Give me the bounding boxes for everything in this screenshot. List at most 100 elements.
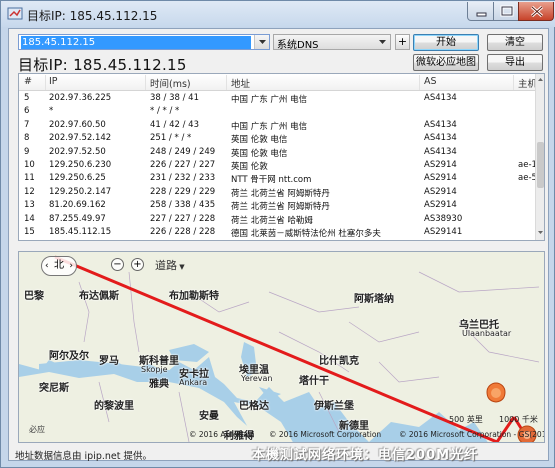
minimize-button[interactable] xyxy=(467,2,494,21)
place-label: 布达佩斯 xyxy=(79,291,119,302)
column-header-ip[interactable]: IP xyxy=(49,76,58,87)
map-copyright: © 2016 Microsoft Corporation xyxy=(269,430,382,439)
start-button[interactable]: 开始 xyxy=(413,34,479,51)
bing-logo: 必应 xyxy=(29,425,45,434)
bing-map-button[interactable]: 微软必应地图 xyxy=(413,54,479,71)
window-title: 目标IP: 185.45.112.15 xyxy=(27,9,158,23)
scrollbar-thumb[interactable] xyxy=(537,142,544,188)
zoom-out-button[interactable]: − xyxy=(111,258,124,271)
table-cell: 14 xyxy=(24,213,35,224)
table-cell: 中国 广东 广州 电信 xyxy=(231,95,308,105)
column-header-as[interactable]: AS xyxy=(424,76,437,87)
app-window: 目标IP: 185.45.112.15 系统DNS + 开始 清空 目标IP: … xyxy=(0,0,555,468)
app-icon xyxy=(7,7,23,20)
place-label: 安曼 xyxy=(199,411,219,422)
table-cell: 12 xyxy=(24,186,35,197)
scroll-up-icon[interactable] xyxy=(538,77,543,82)
map-copyright: © 2016 AutoNavi xyxy=(189,430,255,439)
maximize-icon xyxy=(500,5,514,17)
north-label: 北 xyxy=(54,260,64,271)
table-cell: 129.250.6.230 xyxy=(49,160,112,170)
table-row[interactable]: 7 202.97.60.50 41 / 42 / 43 中国 广东 广州 电信 AS41… xyxy=(19,119,537,132)
road-view-dropdown[interactable]: 道路 ▼ xyxy=(155,257,185,273)
column-header-address[interactable]: 地址 xyxy=(231,76,250,90)
table-row[interactable]: 8 202.97.52.142 251 / * / * 英国 伦敦 电信 AS4134 xyxy=(19,133,537,145)
close-button[interactable] xyxy=(518,2,554,21)
map-scale-miles: 500 英里 xyxy=(449,415,483,424)
table-cell: AS4134 xyxy=(424,133,457,144)
dns-select[interactable]: 系统DNS xyxy=(273,34,391,51)
table-cell: NTT 骨干网 ntt.com xyxy=(231,175,312,186)
north-button[interactable]: ‹ 北 › xyxy=(41,256,77,276)
table-row[interactable]: 11 129.250.6.25 231 / 232 / 233 NTT 骨干网 ntt… xyxy=(19,173,537,186)
table-cell: 202.97.52.50 xyxy=(49,146,106,157)
place-label: 巴黎 xyxy=(24,291,44,302)
place-label: 雅典 xyxy=(149,379,169,390)
minimize-icon xyxy=(476,12,487,17)
route-map[interactable]: ‹ 北 › − + 道路 ▼ 巴黎 布达佩斯 布加勒斯特 阿斯塔纳 乌兰巴托 U… xyxy=(18,251,545,443)
export-button[interactable]: 导出 xyxy=(487,54,543,71)
column-header-index[interactable]: # xyxy=(24,76,32,87)
table-row[interactable]: 12 129.250.2.147 228 / 229 / 229 荷兰 北荷兰省 阿姆… xyxy=(19,186,537,199)
table-cell: 13 xyxy=(24,200,35,211)
table-cell: 258 / 338 / 435 xyxy=(150,200,216,211)
host-input[interactable] xyxy=(21,36,251,49)
place-label: 巴格达 xyxy=(239,401,269,412)
table-cell: 87.255.49.97 xyxy=(49,213,106,224)
table-cell: 8 xyxy=(24,133,30,144)
table-row[interactable]: 10 129.250.6.230 226 / 227 / 227 英国 伦敦 AS291… xyxy=(19,160,537,172)
table-cell: AS2914 xyxy=(424,200,457,211)
table-cell: 英国 伦敦 电信 xyxy=(231,148,288,159)
table-cell: 251 / * / * xyxy=(150,133,192,144)
table-cell: AS2914 xyxy=(424,160,457,170)
status-bar-text: 地址数据信息由 ipip.net 提供。 xyxy=(15,451,152,462)
place-label: 塔什干 xyxy=(299,376,329,387)
table-cell: 41 / 42 / 43 xyxy=(150,119,199,130)
table-scrollbar[interactable] xyxy=(535,74,544,240)
clear-button[interactable]: 清空 xyxy=(487,34,543,51)
table-cell: 6 xyxy=(24,106,30,117)
table-header: # IP 时间(ms) 地址 AS 主机 xyxy=(19,74,537,91)
table-row[interactable]: 13 81.20.69.162 258 / 338 / 435 荷兰 北荷兰省 阿姆斯… xyxy=(19,200,537,213)
place-label: Skopje xyxy=(141,365,168,374)
map-scale-km: 1000 千米 xyxy=(499,415,538,424)
table-cell: 荷兰 北荷兰省 阿姆斯特丹 xyxy=(231,202,330,213)
table-cell: 荷兰 北荷兰省 哈勒姆 xyxy=(231,215,313,226)
table-row[interactable]: 5 202.97.36.225 38 / 38 / 41 中国 广东 广州 电信 AS4… xyxy=(19,93,537,105)
table-cell: 129.250.2.147 xyxy=(49,186,112,197)
road-view-label: 道路 xyxy=(155,259,177,272)
watermark: 本機测试网络环境：电信200M光纤 xyxy=(252,448,479,463)
table-cell: 248 / 249 / 249 xyxy=(150,146,216,157)
table-cell: 15 xyxy=(24,227,35,237)
place-label: 比什凯克 xyxy=(319,356,359,367)
zoom-in-button[interactable]: + xyxy=(131,258,144,271)
table-cell: * / * / * xyxy=(150,106,180,117)
table-row[interactable]: 15 185.45.112.15 226 / 228 / 228 德国 北莱茵－威斯特… xyxy=(19,227,537,239)
table-cell: 荷兰 北荷兰省 阿姆斯特丹 xyxy=(231,188,330,199)
trace-table: # IP 时间(ms) 地址 AS 主机 5 202.97.36.225 38 / … xyxy=(18,73,545,241)
chevron-right-icon: › xyxy=(69,261,73,271)
table-cell: 中国 广东 广州 电信 xyxy=(231,121,308,132)
target-ip-label: 目标IP: 185.45.112.15 xyxy=(18,56,187,74)
host-combobox[interactable] xyxy=(18,34,270,50)
scroll-down-icon[interactable] xyxy=(538,230,543,235)
table-cell: 9 xyxy=(24,146,30,157)
place-label: 突尼斯 xyxy=(39,383,69,394)
map-marker-upper[interactable] xyxy=(486,382,506,403)
column-header-time[interactable]: 时间(ms) xyxy=(150,76,191,90)
table-cell: 228 / 229 / 229 xyxy=(150,186,216,197)
table-cell: 202.97.60.50 xyxy=(49,119,106,130)
place-label: 布加勒斯特 xyxy=(169,291,219,302)
table-cell: AS4134 xyxy=(424,146,457,157)
add-dns-button[interactable]: + xyxy=(395,34,410,50)
maximize-button[interactable] xyxy=(493,2,519,21)
table-cell: 7 xyxy=(24,119,30,130)
table-row[interactable]: 6 * * / * / * xyxy=(19,106,537,117)
table-cell: 226 / 228 / 228 xyxy=(150,227,216,237)
table-cell: 德国 北莱茵－威斯特法伦州 杜塞尔多夫 xyxy=(231,229,381,239)
table-row[interactable]: 9 202.97.52.50 248 / 249 / 249 英国 伦敦 电信 AS41… xyxy=(19,146,537,159)
table-cell: 38 / 38 / 41 xyxy=(150,93,199,103)
host-dropdown-button[interactable] xyxy=(254,35,269,49)
table-cell: 5 xyxy=(24,93,30,103)
table-row[interactable]: 14 87.255.49.97 227 / 227 / 228 荷兰 北荷兰省 哈勒姆… xyxy=(19,213,537,226)
